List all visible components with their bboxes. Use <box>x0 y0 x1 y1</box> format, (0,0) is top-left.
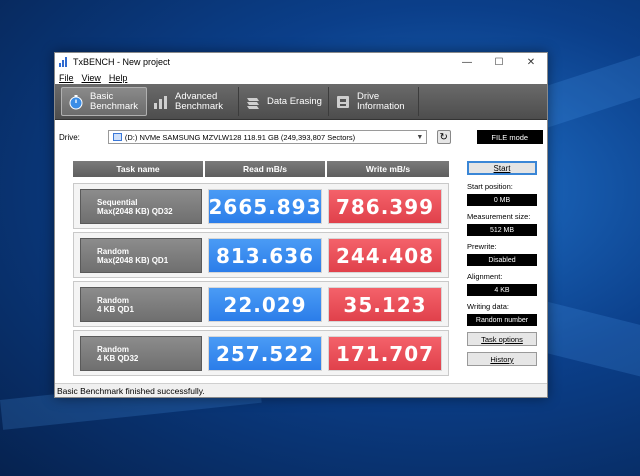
writing-data-label: Writing data: <box>467 302 509 311</box>
refresh-button[interactable]: ↻ <box>436 130 451 144</box>
main-toolbar: Basic Benchmark Advanced Benchmark Data Er… <box>55 84 547 120</box>
maximize-button[interactable]: ☐ <box>483 53 515 71</box>
menu-help[interactable]: Help <box>109 73 128 83</box>
alignment-label: Alignment: <box>467 272 503 281</box>
chevron-down-icon: ▼ <box>416 133 424 141</box>
bar-chart-icon <box>153 94 169 110</box>
drive-select-value: (D:) NVMe SAMSUNG MZVLW128 118.91 GB (24… <box>124 132 356 142</box>
measurement-size-value[interactable]: 512 MB <box>467 224 537 236</box>
drive-select[interactable]: (D:) NVMe SAMSUNG MZVLW128 118.91 GB (24… <box>107 130 427 144</box>
read-value: 2665.893 <box>208 189 322 224</box>
close-button[interactable]: ✕ <box>515 53 547 71</box>
tab-drive-information[interactable]: Drive Information <box>329 87 419 116</box>
title-bar: TxBENCH - New project — ☐ ✕ <box>55 53 547 71</box>
write-value: 786.399 <box>328 189 442 224</box>
drive-row: Drive: (D:) NVMe SAMSUNG MZVLW128 118.91… <box>59 129 543 145</box>
result-row: Random Max(2048 KB) QD1 813.636 244.408 <box>73 232 449 278</box>
stopwatch-icon <box>68 94 84 110</box>
tab-data-erasing[interactable]: Data Erasing <box>239 87 329 116</box>
task-options-button[interactable]: Task options <box>467 332 537 346</box>
tab-advanced-label: Advanced Benchmark <box>175 91 224 112</box>
tab-basic-label: Basic Benchmark <box>90 91 139 112</box>
minimize-button[interactable]: — <box>451 53 483 71</box>
start-position-value[interactable]: 0 MB <box>467 194 537 206</box>
tab-info-line2: Information <box>357 100 405 112</box>
refresh-icon: ↻ <box>439 131 448 143</box>
menu-bar: File View Help <box>55 71 547 84</box>
result-row: Random 4 KB QD1 22.029 35.123 <box>73 281 449 327</box>
history-label: History <box>490 354 514 364</box>
read-value: 22.029 <box>208 287 322 322</box>
task-button[interactable]: Random Max(2048 KB) QD1 <box>80 238 202 273</box>
read-value: 257.522 <box>208 336 322 371</box>
write-value: 35.123 <box>328 287 442 322</box>
start-button-label: Start <box>493 163 511 173</box>
start-position-label: Start position: <box>467 182 513 191</box>
task-options-label: Task options <box>481 334 523 344</box>
disk-icon <box>112 133 122 141</box>
tab-basic-benchmark[interactable]: Basic Benchmark <box>61 87 147 116</box>
drive-info-icon <box>335 94 351 110</box>
tab-advanced-line2: Benchmark <box>175 100 224 112</box>
alignment-value[interactable]: 4 KB <box>467 284 537 296</box>
write-value: 244.408 <box>328 238 442 273</box>
start-button[interactable]: Start <box>467 161 537 175</box>
write-value: 171.707 <box>328 336 442 371</box>
window-title: TxBENCH - New project <box>73 57 171 67</box>
header-task-name: Task name <box>73 161 203 177</box>
result-row: Random 4 KB QD32 257.522 171.707 <box>73 330 449 376</box>
task-line1: Random <box>97 296 129 305</box>
prewrite-label: Prewrite: <box>467 242 497 251</box>
tab-info-label: Drive Information <box>357 91 405 112</box>
results-panel: Task name Read mB/s Write mB/s Sequentia… <box>73 161 449 376</box>
writing-data-value[interactable]: Random number <box>467 314 537 326</box>
task-button[interactable]: Sequential Max(2048 KB) QD32 <box>80 189 202 224</box>
task-button[interactable]: Random 4 KB QD1 <box>80 287 202 322</box>
drive-label: Drive: <box>59 132 80 142</box>
eraser-icon <box>245 94 261 110</box>
history-button[interactable]: History <box>467 352 537 366</box>
prewrite-value[interactable]: Disabled <box>467 254 537 266</box>
task-line2: 4 KB QD1 <box>97 305 134 314</box>
task-line2: Max(2048 KB) QD1 <box>97 256 169 265</box>
task-button[interactable]: Random 4 KB QD32 <box>80 336 202 371</box>
measurement-size-label: Measurement size: <box>467 212 531 221</box>
menu-file[interactable]: File <box>59 73 74 83</box>
tab-basic-line2: Benchmark <box>90 100 139 112</box>
task-line2: 4 KB QD32 <box>97 354 139 363</box>
read-value: 813.636 <box>208 238 322 273</box>
app-window: TxBENCH - New project — ☐ ✕ File View He… <box>54 52 548 398</box>
task-line1: Random <box>97 247 129 256</box>
status-bar: Basic Benchmark finished successfully. <box>55 383 547 397</box>
app-logo-icon <box>59 57 69 67</box>
tab-advanced-benchmark[interactable]: Advanced Benchmark <box>147 87 239 116</box>
result-row: Sequential Max(2048 KB) QD32 2665.893 786… <box>73 183 449 229</box>
task-line2: Max(2048 KB) QD32 <box>97 207 173 216</box>
tab-erasing-label: Data Erasing <box>267 95 322 107</box>
settings-panel: Start Start position: 0 MB Measurement s… <box>467 161 539 366</box>
task-line1: Sequential <box>97 198 138 207</box>
file-mode-badge[interactable]: FILE mode <box>476 130 543 144</box>
header-write: Write mB/s <box>327 161 449 177</box>
menu-view[interactable]: View <box>82 73 101 83</box>
header-read: Read mB/s <box>205 161 325 177</box>
task-line1: Random <box>97 345 129 354</box>
